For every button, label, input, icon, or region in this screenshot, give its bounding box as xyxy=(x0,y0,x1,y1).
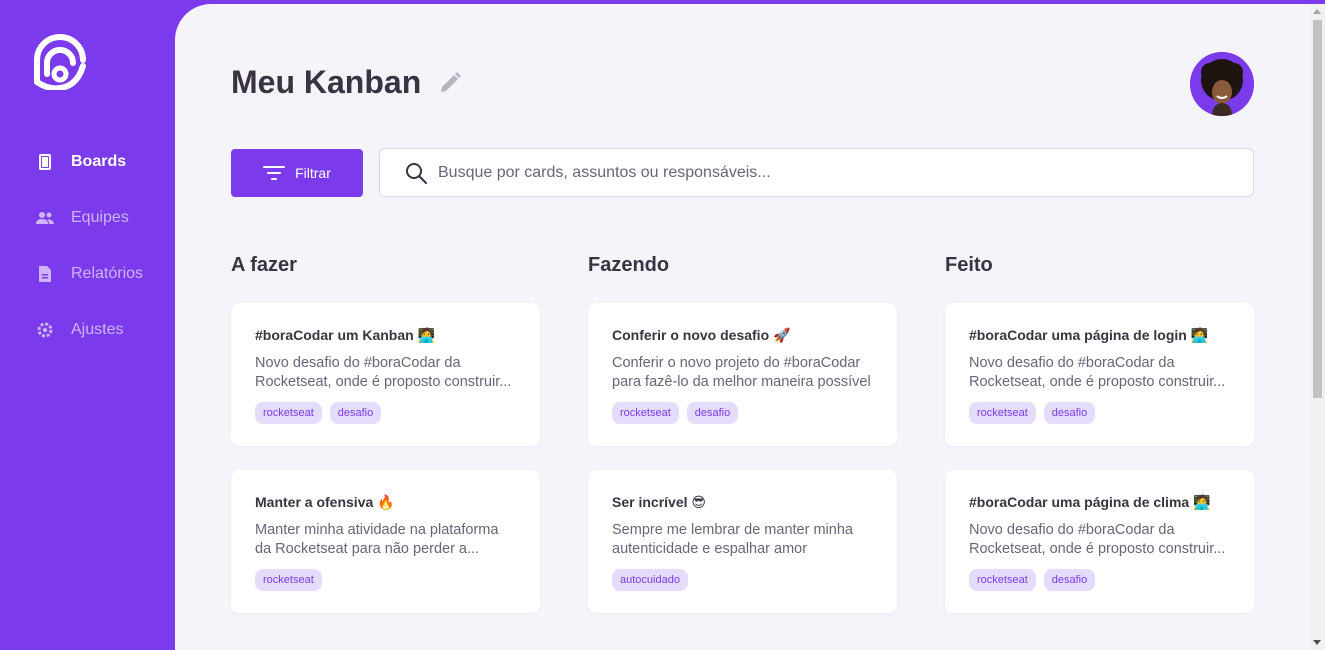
sidebar-item-boards[interactable]: Boards xyxy=(35,148,143,176)
card-description: Novo desafio do #boraCodar da Rocketseat… xyxy=(969,355,1226,390)
kanban-card[interactable]: Manter a ofensiva 🔥 Manter minha ativida… xyxy=(231,470,540,613)
sidebar-item-label: Relatórios xyxy=(71,265,144,282)
edit-pencil-icon[interactable] xyxy=(437,70,463,96)
vertical-scrollbar[interactable] xyxy=(1310,4,1325,650)
page-title: Meu Kanban xyxy=(231,64,422,100)
card-description: Conferir o novo projeto do #boraCodar pa… xyxy=(612,355,871,390)
sidebar-item-ajustes[interactable]: Ajustes xyxy=(35,316,143,344)
card-tags: rocketseat desafio xyxy=(969,402,1230,424)
tag-badge[interactable]: desafio xyxy=(1043,402,1096,424)
sidebar-item-label: Equipes xyxy=(71,209,129,226)
column-title: Feito xyxy=(945,254,993,276)
tag-badge[interactable]: desafio xyxy=(686,402,739,424)
board-icon xyxy=(35,152,55,172)
kanban-column-todo: A fazer #boraCodar um Kanban 🧑‍💻 Novo de… xyxy=(231,254,540,613)
tag-badge[interactable]: desafio xyxy=(1043,569,1096,591)
search-input[interactable] xyxy=(438,163,1218,182)
card-description: Novo desafio do #boraCodar da Rocketseat… xyxy=(969,522,1226,557)
kanban-column-doing: Fazendo Conferir o novo desafio 🚀 Confer… xyxy=(588,254,897,613)
card-title: Conferir o novo desafio 🚀 xyxy=(612,327,791,343)
kanban-card[interactable]: Conferir o novo desafio 🚀 Conferir o nov… xyxy=(588,303,897,446)
card-title: #boraCodar uma página de clima 🧑‍💻 xyxy=(969,494,1211,510)
sidebar-item-label: Boards xyxy=(71,153,127,170)
scroll-up-arrow-icon[interactable] xyxy=(1313,9,1321,14)
card-title: Ser incrível 😎 xyxy=(612,494,706,510)
sidebar-item-relatorios[interactable]: Relatórios xyxy=(35,260,143,288)
tag-badge[interactable]: rocketseat xyxy=(612,402,679,424)
card-tags: rocketseat desafio xyxy=(255,402,516,424)
app-logo-icon[interactable] xyxy=(33,30,87,92)
column-title: Fazendo xyxy=(588,254,670,276)
card-description: Manter minha atividade na plataforma da … xyxy=(255,522,499,557)
search-icon xyxy=(406,162,427,184)
filter-button[interactable]: Filtrar xyxy=(231,149,363,197)
card-tags: rocketseat desafio xyxy=(612,402,873,424)
settings-icon xyxy=(35,320,55,340)
filter-icon xyxy=(263,166,286,180)
scrollbar-thumb[interactable] xyxy=(1313,20,1322,398)
card-tags: rocketseat xyxy=(255,569,516,591)
kanban-card[interactable]: Ser incrível 😎 Sempre me lembrar de mant… xyxy=(588,470,897,613)
tag-badge[interactable]: autocuidado xyxy=(612,569,688,591)
kanban-card[interactable]: #boraCodar uma página de clima 🧑‍💻 Novo … xyxy=(945,470,1254,613)
card-tags: rocketseat desafio xyxy=(969,569,1230,591)
card-title: #boraCodar um Kanban 🧑‍💻 xyxy=(255,327,436,343)
tag-badge[interactable]: rocketseat xyxy=(255,569,322,591)
card-tags: autocuidado xyxy=(612,569,873,591)
column-title: A fazer xyxy=(231,254,297,276)
sidebar-item-equipes[interactable]: Equipes xyxy=(35,204,143,232)
tag-badge[interactable]: desafio xyxy=(329,402,382,424)
sidebar: Boards Equipes Relatórios Ajustes xyxy=(0,0,175,650)
kanban-card[interactable]: #boraCodar um Kanban 🧑‍💻 Novo desafio do… xyxy=(231,303,540,446)
kanban-column-done: Feito #boraCodar uma página de login 🧑‍💻… xyxy=(945,254,1254,613)
card-description: Sempre me lembrar de manter minha autent… xyxy=(612,522,853,557)
kanban-card[interactable]: #boraCodar uma página de login 🧑‍💻 Novo … xyxy=(945,303,1254,446)
report-icon xyxy=(35,264,55,284)
tag-badge[interactable]: rocketseat xyxy=(255,402,322,424)
card-title: #boraCodar uma página de login 🧑‍💻 xyxy=(969,327,1209,343)
card-description: Novo desafio do #boraCodar da Rocketseat… xyxy=(255,355,512,390)
filter-label: Filtrar xyxy=(295,165,331,181)
scroll-down-arrow-icon[interactable] xyxy=(1313,640,1321,645)
sidebar-item-label: Ajustes xyxy=(71,321,124,338)
search-bar[interactable] xyxy=(379,148,1254,197)
card-title: Manter a ofensiva 🔥 xyxy=(255,494,395,510)
avatar[interactable] xyxy=(1190,52,1254,116)
tag-badge[interactable]: rocketseat xyxy=(969,402,1036,424)
main-content: Meu Kanban Filtrar A fazer xyxy=(175,4,1310,650)
sidebar-nav: Boards Equipes Relatórios Ajustes xyxy=(35,148,143,372)
tag-badge[interactable]: rocketseat xyxy=(969,569,1036,591)
team-icon xyxy=(35,208,55,228)
